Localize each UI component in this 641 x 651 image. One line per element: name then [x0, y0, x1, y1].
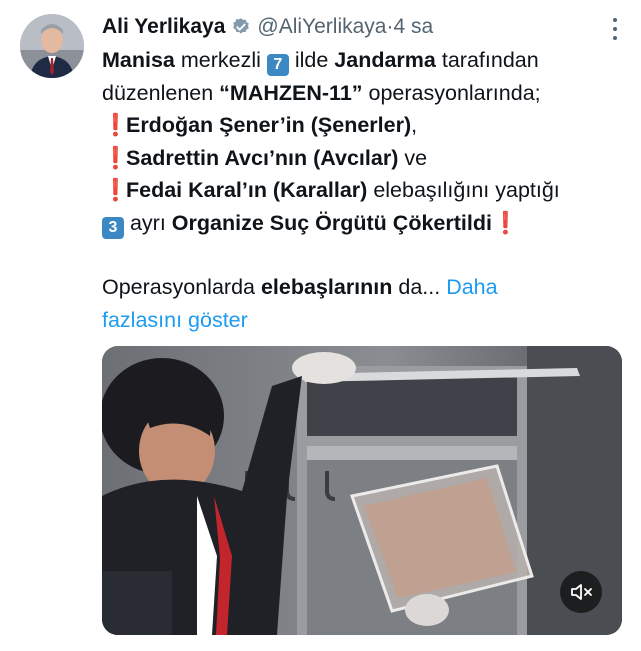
bold-text: Fedai Karal’ın (Karallar): [120, 178, 368, 202]
tweet-text-truncated: Operasyonlarda elebaşlarının da... Daha …: [102, 271, 622, 336]
bold-text: Erdoğan Şener’in (Şenerler): [120, 113, 412, 137]
avatar-photo: [20, 14, 84, 78]
more-suffix: da...: [392, 275, 441, 299]
more-bold: elebaşlarının: [260, 275, 393, 299]
tweet-line: ❗ Sadrettin Avcı’nın (Avcılar) ve: [102, 142, 622, 175]
tweet-line: Manisa merkezli 7 ilde Jandarma tarafınd…: [102, 44, 622, 77]
text-segment: düzenlenen: [102, 80, 220, 105]
bold-text: Sadrettin Avcı’nın (Avcılar): [120, 145, 399, 170]
keycap-number-emoji: 7: [266, 54, 289, 76]
text-segment: operasyonlarında;: [362, 80, 541, 105]
exclamation-emoji: ❗: [102, 113, 129, 137]
tweet-line: ❗ Fedai Karal’ın (Karallar) elebaşılığın…: [102, 174, 622, 207]
exclamation-emoji: ❗: [102, 178, 129, 202]
text-segment: tarafından: [435, 48, 539, 72]
text-segment: ilde: [288, 48, 335, 72]
separator-dot: ·: [386, 15, 394, 38]
tweet-line: düzenlenen “MAHZEN-11” operasyonlarında;: [102, 77, 622, 110]
text-segment: ve: [398, 145, 428, 170]
exclamation-emoji: ❗: [102, 145, 129, 170]
bold-text: Organize Suç Örgütü Çökertildi: [171, 210, 492, 235]
text-segment: elebaşılığını yaptığı: [367, 178, 560, 202]
bold-text: Manisa: [102, 48, 175, 72]
show-more-link-continued[interactable]: fazlasını göster: [102, 308, 248, 332]
text-segment: ,: [411, 113, 418, 137]
show-more-link[interactable]: Daha: [446, 275, 497, 299]
text-segment: merkezli: [174, 48, 267, 72]
volume-muted-icon[interactable]: [560, 571, 602, 613]
video-frame: [102, 346, 622, 635]
tweet-header: Ali Yerlikaya @AliYerlikaya · 4 sa: [102, 12, 621, 42]
bold-text: Jandarma: [334, 48, 436, 72]
tweet-text: Manisa merkezli 7 ilde Jandarma tarafınd…: [102, 44, 622, 239]
more-prefix: Operasyonlarda: [102, 275, 261, 299]
text-segment: ayrı: [124, 210, 172, 235]
tweet-line: ❗ Erdoğan Şener’in (Şenerler),: [102, 109, 622, 142]
video-player[interactable]: [102, 346, 622, 635]
author-handle[interactable]: @AliYerlikaya: [257, 15, 386, 39]
bold-text: “MAHZEN-11”: [219, 80, 363, 105]
keycap-number-emoji: 3: [102, 216, 124, 239]
more-options-icon[interactable]: [611, 16, 619, 40]
author-avatar[interactable]: [20, 14, 84, 78]
author-name[interactable]: Ali Yerlikaya: [102, 15, 225, 39]
verified-badge-icon[interactable]: [231, 17, 251, 37]
exclamation-emoji: ❗: [491, 210, 519, 235]
tweet-line: 3 ayrı Organize Suç Örgütü Çökertildi ❗: [102, 207, 622, 240]
timestamp[interactable]: 4 sa: [393, 15, 433, 39]
